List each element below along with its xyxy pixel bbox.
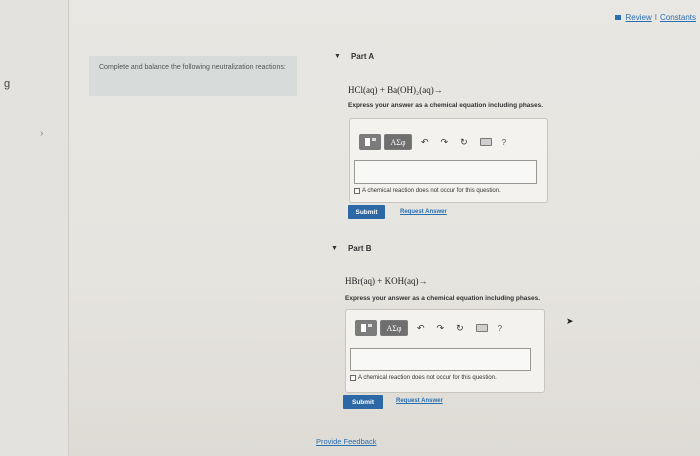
part-a-answer-input[interactable] (354, 160, 537, 184)
link-separator: I (654, 13, 657, 22)
no-reaction-label: A chemical reaction does not occur for t… (362, 188, 501, 194)
reset-icon[interactable]: ↻ (460, 137, 468, 148)
undo-icon[interactable]: ↶ (417, 323, 425, 334)
header-links: Review I Constants (614, 13, 696, 22)
undo-icon[interactable]: ↶ (421, 137, 429, 148)
part-b-toolbar: ΑΣφ ↶ ↷ ↻ ? (355, 320, 502, 336)
provide-feedback-link[interactable]: Provide Feedback (316, 437, 376, 446)
template-button[interactable] (355, 320, 377, 336)
instructions-panel: Complete and balance the following neutr… (89, 56, 297, 96)
part-b-header[interactable]: ▼ Part B (331, 244, 372, 253)
part-a-label: Part A (350, 52, 375, 61)
part-a-equation: HCl(aq) + Ba(OH)₂(aq)→ (348, 85, 443, 95)
greek-button[interactable]: ΑΣφ (380, 320, 408, 336)
help-icon[interactable]: ? (498, 324, 502, 333)
part-b-request-answer-link[interactable]: Request Answer (396, 398, 443, 404)
truncated-text: g (4, 78, 11, 90)
part-a-toolbar: ΑΣφ ↶ ↷ ↻ ? (359, 134, 506, 150)
part-b-submit-button[interactable]: Submit (343, 395, 383, 409)
template-icon (360, 324, 366, 332)
triangle-down-icon[interactable]: ▼ (334, 53, 341, 60)
part-b-no-reaction[interactable]: A chemical reaction does not occur for t… (350, 375, 497, 381)
part-b-equation: HBr(aq) + KOH(aq)→ (345, 276, 428, 286)
review-icon (614, 15, 621, 20)
no-reaction-label: A chemical reaction does not occur for t… (358, 375, 497, 381)
part-b-label: Part B (347, 244, 372, 253)
keyboard-icon[interactable] (479, 138, 492, 146)
review-link[interactable]: Review (626, 13, 652, 22)
part-a-request-answer-link[interactable]: Request Answer (400, 209, 447, 215)
reset-icon[interactable]: ↻ (456, 323, 464, 334)
template-icon (364, 138, 370, 146)
part-b-answer-input[interactable] (350, 348, 531, 371)
help-icon[interactable]: ? (502, 138, 506, 147)
greek-button[interactable]: ΑΣφ (384, 134, 412, 150)
keyboard-icon[interactable] (475, 324, 488, 332)
constants-link[interactable]: Constants (660, 13, 696, 22)
redo-icon[interactable]: ↷ (437, 323, 445, 334)
template-button[interactable] (359, 134, 381, 150)
part-a-prompt: Express your answer as a chemical equati… (348, 102, 544, 109)
part-a-no-reaction[interactable]: A chemical reaction does not occur for t… (354, 188, 501, 194)
redo-icon[interactable]: ↷ (441, 137, 449, 148)
triangle-down-icon[interactable]: ▼ (331, 245, 338, 252)
chevron-right-icon[interactable]: › (40, 128, 43, 139)
part-b-prompt: Express your answer as a chemical equati… (345, 295, 541, 302)
no-reaction-checkbox[interactable] (350, 375, 356, 381)
part-a-header[interactable]: ▼ Part A (334, 52, 374, 61)
left-panel: g › (0, 0, 69, 456)
part-a-submit-button[interactable]: Submit (348, 205, 385, 219)
no-reaction-checkbox[interactable] (354, 188, 360, 194)
cursor-icon: ➤ (566, 316, 574, 326)
